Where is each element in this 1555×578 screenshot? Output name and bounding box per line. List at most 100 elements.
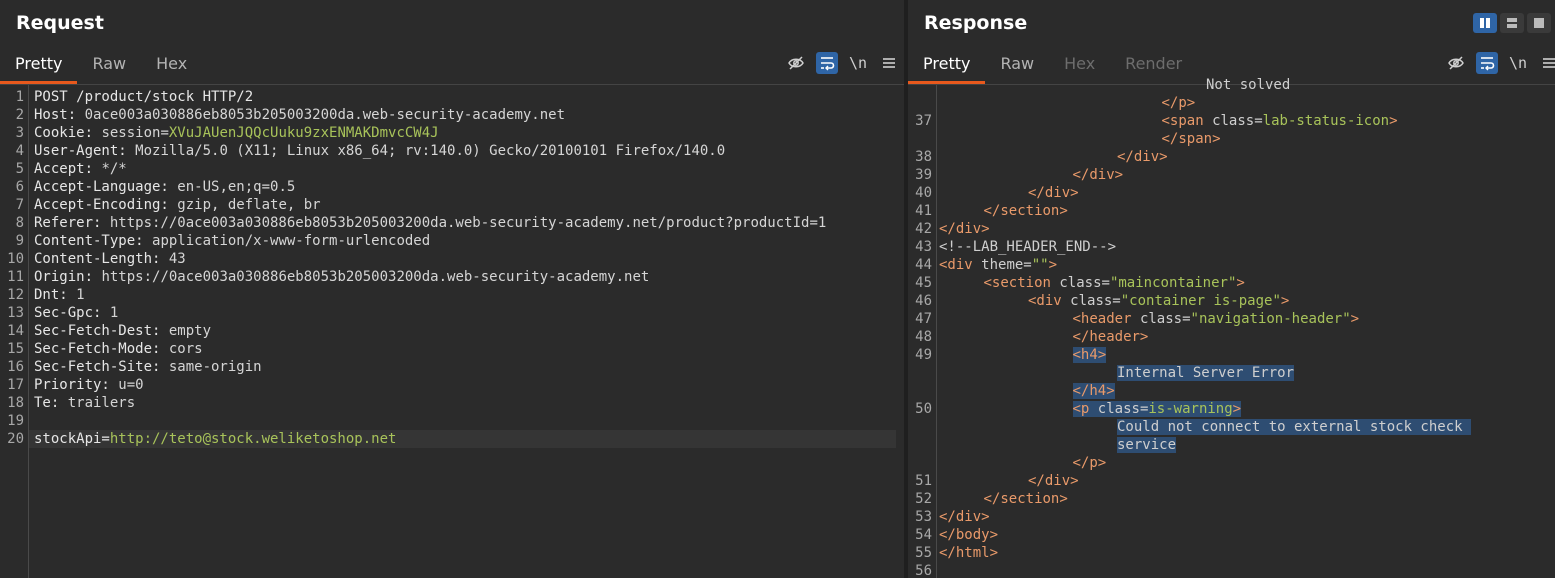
- line-number: 45: [915, 275, 932, 291]
- split-columns-icon[interactable]: [1473, 13, 1497, 33]
- request-line-val: gzip, deflate, br: [177, 197, 321, 213]
- code-token: <p: [1072, 401, 1098, 417]
- response-line: </html>: [939, 544, 998, 562]
- line-number: 5: [15, 161, 24, 177]
- line-number: 51: [915, 473, 932, 489]
- line-number: 3: [15, 125, 24, 141]
- response-line: <div class="container is-page">: [1028, 292, 1289, 310]
- code-token: </div>: [1117, 149, 1168, 165]
- request-line-val: */*: [101, 161, 127, 177]
- response-line: <header class="navigation-header">: [1073, 310, 1360, 328]
- response-tab-hex[interactable]: Hex: [1049, 46, 1110, 84]
- response-tab-render[interactable]: Render: [1110, 46, 1197, 84]
- request-title: Request: [16, 12, 104, 34]
- request-line-val: en-US,en;q=0.5: [177, 179, 296, 195]
- line-number: 14: [7, 323, 24, 339]
- hamburger-menu-icon[interactable]: [1538, 52, 1555, 74]
- request-line-key: Referer:: [34, 215, 110, 231]
- line-number: 8: [15, 215, 24, 231]
- request-tab-hex[interactable]: Hex: [141, 46, 202, 84]
- code-token: "container is-page": [1120, 293, 1281, 309]
- request-line: Priority: u=0: [34, 376, 144, 394]
- wrap-lines-icon[interactable]: [816, 52, 838, 74]
- code-token: <div: [1028, 293, 1071, 309]
- line-number: 56: [915, 563, 932, 578]
- request-line-key: Content-Type:: [34, 233, 153, 249]
- request-pane: Request Pretty Raw Hex \n 1 POST /product…: [0, 0, 904, 578]
- line-number: 52: [915, 491, 932, 507]
- request-line-val: 1: [109, 305, 119, 321]
- response-line: Not solved: [1206, 76, 1290, 94]
- code-token: service: [1117, 437, 1177, 453]
- request-line-val: u=0: [118, 377, 144, 393]
- response-line: </section>: [984, 202, 1068, 220]
- line-number: 20: [7, 431, 24, 447]
- response-editor[interactable]: Not solved </p> 37 <span class=lab-status-i…: [908, 77, 1555, 578]
- eye-off-icon[interactable]: [1445, 52, 1467, 74]
- request-line-val: application/x-www-form-urlencoded: [152, 233, 431, 249]
- code-token: </header>: [1072, 329, 1149, 345]
- hamburger-menu-icon[interactable]: [878, 52, 900, 74]
- request-line-key: Te:: [34, 395, 68, 411]
- line-number: 18: [7, 395, 24, 411]
- response-pane: Response Pretty Raw Hex Render \n Not so…: [908, 0, 1555, 578]
- response-tab-raw[interactable]: Raw: [985, 46, 1049, 84]
- code-token: >: [1389, 113, 1398, 129]
- code-token: </h4>: [1072, 383, 1115, 399]
- line-number: 15: [7, 341, 24, 357]
- request-tab-raw[interactable]: Raw: [77, 46, 141, 84]
- split-rows-icon[interactable]: [1500, 13, 1524, 33]
- response-line: </div>: [939, 508, 990, 526]
- code-token: </span>: [1161, 131, 1221, 147]
- request-line: Referer: https://0ace003a030886eb8053b20…: [34, 214, 826, 232]
- line-number: 17: [7, 377, 24, 393]
- request-line: stockApi=http://teto@stock.weliketoshop.…: [34, 430, 396, 448]
- request-line-val: 43: [168, 251, 186, 267]
- request-tab-pretty[interactable]: Pretty: [0, 46, 78, 84]
- request-line-green: http://teto@stock.weliketoshop.net: [109, 431, 397, 447]
- response-tab-pretty[interactable]: Pretty: [908, 46, 986, 84]
- code-token: class=: [1070, 293, 1121, 309]
- line-number: 9: [15, 233, 24, 249]
- request-editor[interactable]: 1 POST /product/stock HTTP/2 2 Host: 0ace00…: [0, 84, 904, 578]
- line-number: 54: [915, 527, 932, 543]
- request-line-val: same-origin: [168, 359, 262, 375]
- line-number: 2: [15, 107, 24, 123]
- code-token: <div: [939, 257, 982, 273]
- wrap-lines-icon[interactable]: [1476, 52, 1498, 74]
- request-line: Accept-Language: en-US,en;q=0.5: [34, 178, 295, 196]
- code-token: </html>: [939, 545, 999, 561]
- response-line: <div theme="">: [939, 256, 1057, 274]
- code-token: <header: [1072, 311, 1140, 327]
- line-number: 44: [915, 257, 932, 273]
- response-toolbar: \n: [1436, 52, 1555, 74]
- code-token: class=: [1139, 311, 1191, 327]
- request-line: Accept-Encoding: gzip, deflate, br: [34, 196, 321, 214]
- code-token: >: [1232, 401, 1242, 417]
- code-token: </div>: [939, 509, 990, 525]
- request-line-key: Accept-Language:: [34, 179, 178, 195]
- response-line: Could not connect to external stock chec…: [1117, 418, 1472, 436]
- request-line: Sec-Fetch-Mode: cors: [34, 340, 203, 358]
- response-line: <!--LAB_HEADER_END-->: [939, 238, 1116, 256]
- request-line: POST /product/stock HTTP/2: [34, 88, 253, 106]
- request-line-val: https://0ace003a030886eb8053b205003200da…: [101, 269, 650, 285]
- request-line-green: XVuJAUenJQQcUuku9zxENMAKDmvcCW4J: [168, 125, 439, 141]
- line-number: 43: [915, 239, 932, 255]
- response-line: </p>: [1073, 454, 1107, 472]
- code-token: Could not connect to external stock chec…: [1117, 419, 1472, 435]
- request-toolbar: \n: [776, 52, 900, 74]
- response-line: <span class=lab-status-icon>: [1162, 112, 1398, 130]
- newline-toggle[interactable]: \n: [1507, 52, 1529, 74]
- line-number: 6: [15, 179, 24, 195]
- request-line-key: Sec-Gpc:: [34, 305, 110, 321]
- code-token: </body>: [939, 527, 999, 543]
- single-pane-icon[interactable]: [1527, 13, 1551, 33]
- request-line-key: Accept:: [34, 161, 102, 177]
- response-line: </header>: [1073, 328, 1149, 346]
- eye-off-icon[interactable]: [785, 52, 807, 74]
- request-line-val: 1: [76, 287, 85, 303]
- request-line: Host: 0ace003a030886eb8053b205003200da.w…: [34, 106, 565, 124]
- newline-toggle[interactable]: \n: [847, 52, 869, 74]
- code-token: >: [1236, 275, 1245, 291]
